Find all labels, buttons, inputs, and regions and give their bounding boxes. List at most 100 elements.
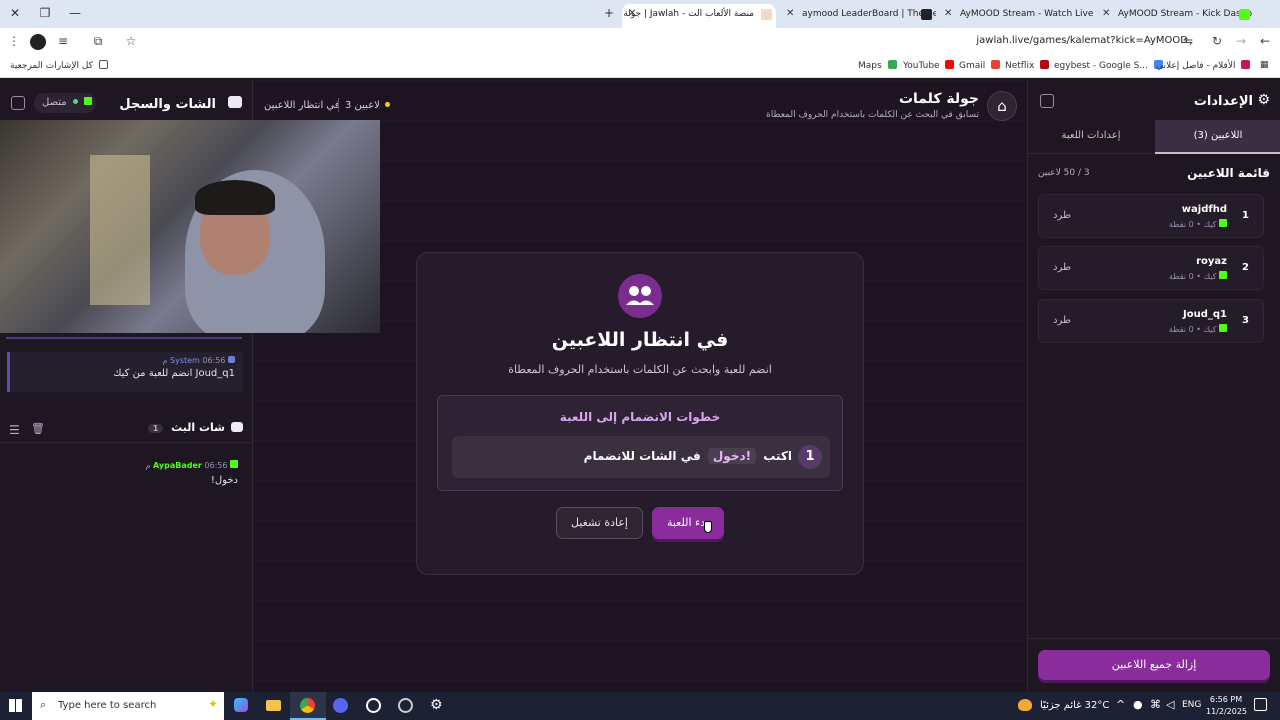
collapse-panel-icon[interactable] xyxy=(11,96,25,110)
player-name: Joud_q1 xyxy=(1183,309,1227,320)
kick-icon xyxy=(1219,324,1227,332)
join-step: 1 اكتب !دخول في الشات للانضمام xyxy=(452,436,830,478)
url-field[interactable]: jawlah.live/games/kalemat?kick=AyMOOD xyxy=(976,35,1188,46)
tab-stream-watch[interactable]: AyMOOD Stream - Watch Live ✕ xyxy=(940,4,1096,28)
notifications-icon[interactable] xyxy=(1254,698,1267,711)
menu-dots-icon[interactable]: ⋮ xyxy=(6,34,22,48)
file-explorer-icon[interactable] xyxy=(266,700,281,711)
player-rank: 2 xyxy=(1242,262,1249,273)
apps-grid-icon[interactable]: ▦ xyxy=(1260,60,1269,70)
restore-window-icon[interactable]: ❐ xyxy=(36,6,54,22)
collapse-settings-icon[interactable] xyxy=(1040,94,1054,108)
settings-panel: الإعدادات ⚙ اللاعبين (3) إعدادات اللعبة … xyxy=(1027,80,1280,692)
card-title: في انتظار اللاعبين xyxy=(551,329,729,351)
show-hidden-icons[interactable]: ^ xyxy=(1116,698,1125,711)
stream-chat-header: ☰ 🗑 شات البث 1 xyxy=(0,413,253,443)
close-window-icon[interactable]: ✕ xyxy=(6,6,24,22)
player-rank: 1 xyxy=(1242,210,1249,221)
forward-icon[interactable]: → xyxy=(1233,34,1249,48)
volume-icon[interactable]: ◁ xyxy=(1166,698,1174,711)
discord-icon[interactable] xyxy=(333,698,348,713)
tab-title: AyMOOD Stream - Kick Dashb xyxy=(1118,9,1253,19)
reload-icon[interactable]: ↻ xyxy=(1209,34,1225,48)
close-tab-icon[interactable]: ✕ xyxy=(786,4,794,24)
gear-icon: ⚙ xyxy=(1257,92,1270,108)
trash-icon[interactable]: 🗑 xyxy=(31,422,45,435)
settings-tabs: اللاعبين (3) إعدادات اللعبة xyxy=(1028,120,1280,154)
webcam-overlay xyxy=(0,120,380,333)
step-number: 1 xyxy=(798,445,822,469)
bookmarks-bar: كل الإشارات المرجعية Maps YouTube Gmail … xyxy=(0,56,1280,78)
settings-icon[interactable]: ⚙ xyxy=(430,697,443,713)
tab-game-settings[interactable]: إعدادات اللعبة xyxy=(1028,120,1154,154)
sparkle-icon: ✦ xyxy=(208,697,219,711)
home-icon[interactable]: ⌂ xyxy=(987,91,1017,121)
player-meta: كيك • 0 نقطة xyxy=(1169,219,1227,229)
media-controls-icon[interactable]: ≡ xyxy=(55,34,71,48)
player-meta: كيك • 0 نقطة xyxy=(1169,271,1227,281)
restart-button[interactable]: إعادة تشغيل xyxy=(556,507,643,539)
card-subtitle: انضم للعبة وابحث عن الكلمات باستخدام الح… xyxy=(508,363,772,376)
remove-all-players-button[interactable]: إزالة جميع اللاعبين xyxy=(1038,650,1270,680)
clock[interactable]: 6:56 PM 11/2/2025 xyxy=(1206,694,1247,718)
minimize-window-icon[interactable]: — xyxy=(66,6,84,22)
search-icon: ⌕ xyxy=(40,698,47,711)
step-text: اكتب !دخول في الشات للانضمام xyxy=(583,448,792,464)
steps-title: خطوات الانضمام إلى اللعبة xyxy=(559,410,721,424)
copilot-icon[interactable] xyxy=(234,698,248,712)
all-bookmarks-link[interactable]: كل الإشارات المرجعية xyxy=(10,60,108,71)
tab-leaderboard[interactable]: ✕ aymood LeaderBoard | The be xyxy=(780,4,936,28)
back-icon[interactable]: ← xyxy=(1257,34,1273,48)
taskbar-search[interactable]: ⌕ Type here to search ✦ xyxy=(32,692,224,720)
tab-title: AyMOOD Stream - Watch Live xyxy=(960,9,1094,19)
chat-panel-header: متصل الشات والسجل xyxy=(0,80,253,120)
system-icon xyxy=(228,356,235,363)
close-tab-icon[interactable]: ✕ xyxy=(1102,4,1110,24)
bookmark-gmail[interactable]: Gmail xyxy=(959,60,1001,71)
join-steps-box: خطوات الانضمام إلى اللعبة 1 اكتب !دخول ف… xyxy=(437,395,843,491)
players-group-icon xyxy=(618,274,662,318)
network-icon[interactable]: ⌘ xyxy=(1150,698,1161,711)
profile-avatar[interactable] xyxy=(30,34,46,50)
kick-player-button[interactable]: طرد xyxy=(1053,315,1071,326)
obs-icon[interactable] xyxy=(366,698,381,713)
search-placeholder: Type here to search xyxy=(58,700,157,711)
start-icon[interactable] xyxy=(9,699,22,712)
kick-player-button[interactable]: طرد xyxy=(1053,262,1071,273)
kick-icon xyxy=(1219,271,1227,279)
language-indicator[interactable]: ENG xyxy=(1182,700,1201,710)
browser-tab-bar: ✕ ❐ — + ✕ جولة | Jawlah - منصة الألعاب ا… xyxy=(0,0,1280,28)
mouse-cursor xyxy=(704,521,712,533)
new-tab-icon[interactable]: + xyxy=(600,6,618,22)
log-divider xyxy=(6,337,242,339)
chrome-icon xyxy=(300,698,315,713)
close-tab-icon[interactable]: ✕ xyxy=(944,4,952,24)
tab-players[interactable]: اللاعبين (3) xyxy=(1155,120,1280,154)
player-row: 3 Joud_q1 كيك • 0 نقطة طرد xyxy=(1038,299,1264,343)
chat-bubble-icon xyxy=(228,96,242,108)
settings-title: الإعدادات xyxy=(1193,94,1253,109)
connection-status-badge: متصل xyxy=(34,93,96,113)
site-settings-icon[interactable]: ⇋ xyxy=(1180,34,1196,48)
tab-stream-dashboard[interactable]: ✕ AyMOOD Stream - Kick Dashb xyxy=(1098,4,1254,28)
chrome-taskbar-item[interactable] xyxy=(290,692,326,720)
microphone-icon[interactable]: ● xyxy=(1133,698,1143,711)
kick-player-button[interactable]: طرد xyxy=(1053,210,1071,221)
tab-title: aymood LeaderBoard | The be xyxy=(802,9,936,19)
bookmark-maps[interactable]: Maps xyxy=(858,60,897,71)
bookmark-star-icon[interactable]: ☆ xyxy=(123,34,139,48)
bookmark-egybest[interactable]: egybest - Google S... xyxy=(1054,60,1163,71)
app-icon[interactable] xyxy=(398,698,413,713)
bookmark-netflix[interactable]: Netflix xyxy=(1005,60,1050,71)
sort-icon[interactable]: ☰ xyxy=(9,423,20,437)
player-row: 2 royaz كيك • 0 نقطة طرد xyxy=(1038,246,1264,290)
bookmark-youtube[interactable]: YouTube xyxy=(903,60,955,71)
tab-jawlah[interactable]: ✕ جولة | Jawlah - منصة الألعاب الت xyxy=(622,4,776,28)
game-title: جولة كلمات xyxy=(898,91,979,107)
game-state-text: في انتظار اللاعبين xyxy=(264,100,340,111)
extensions-icon[interactable]: ⧉ xyxy=(90,34,106,49)
join-command: !دخول xyxy=(707,448,757,464)
start-game-button[interactable]: بدء اللعبة xyxy=(652,507,724,539)
bookmark-movies[interactable]: الأفلام - فاصل إعلاني xyxy=(1156,60,1251,71)
game-header: جولة كلمات تسابق في البحث عن الكلمات باس… xyxy=(766,91,979,120)
